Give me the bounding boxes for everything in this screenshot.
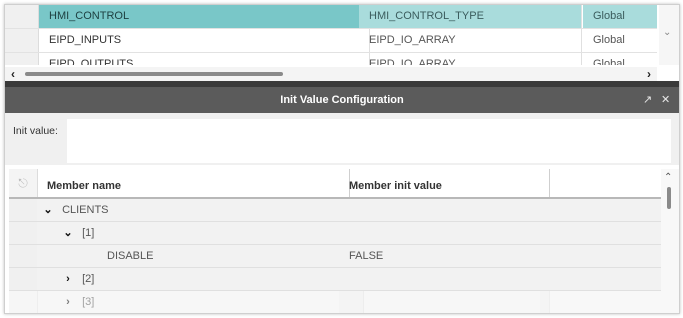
member-name: [3] xyxy=(82,296,95,308)
member-name-cell[interactable]: › [2] xyxy=(37,268,364,290)
member-init-value[interactable] xyxy=(339,199,550,221)
chevron-down-icon[interactable]: ⌄ xyxy=(61,222,75,244)
scrollbar-thumb[interactable] xyxy=(25,72,283,76)
tree-row[interactable]: › [3] xyxy=(9,291,661,313)
row-gutter xyxy=(5,5,39,28)
close-icon[interactable]: ✕ xyxy=(661,87,670,113)
row-gutter xyxy=(9,245,38,267)
row-gutter xyxy=(5,53,39,65)
empty-cell xyxy=(540,199,661,221)
chevron-right-icon[interactable]: › xyxy=(61,291,75,313)
row-gutter xyxy=(9,199,38,221)
row-gutter xyxy=(9,268,38,290)
panel-title-bar: Init Value Configuration ↗ ✕ xyxy=(5,87,679,113)
chevron-left-icon[interactable]: ‹ xyxy=(11,67,15,81)
table-row[interactable]: HMI_CONTROL HMI_CONTROL_TYPE Global xyxy=(5,5,657,29)
vertical-scrollbar[interactable]: ⌃ xyxy=(661,169,679,313)
member-grid: ⎋ Member name Member init value ⌄ CLIENT… xyxy=(9,169,661,313)
variable-name[interactable]: EIPD_OUTPUTS xyxy=(39,53,370,65)
empty-cell xyxy=(540,291,661,313)
chevron-right-icon[interactable]: › xyxy=(61,268,75,290)
member-name: CLIENTS xyxy=(62,204,109,216)
member-name-cell[interactable]: › [3] xyxy=(37,291,364,313)
member-init-value[interactable] xyxy=(339,222,550,244)
init-value-field[interactable] xyxy=(67,119,671,163)
member-init-value[interactable] xyxy=(339,268,550,290)
tree-row[interactable]: ⌄ CLIENTS xyxy=(9,199,661,222)
tree-row[interactable]: › [2] xyxy=(9,268,661,291)
chevron-up-icon[interactable]: ⌃ xyxy=(664,172,672,183)
variable-name[interactable]: HMI_CONTROL xyxy=(39,5,370,28)
chevron-down-icon[interactable]: ⌄ xyxy=(663,27,671,38)
init-value-label: Init value: xyxy=(13,125,58,137)
variables-table: HMI_CONTROL HMI_CONTROL_TYPE Global EIPD… xyxy=(5,5,657,65)
chevron-right-icon[interactable]: › xyxy=(647,67,651,81)
row-gutter xyxy=(5,29,39,52)
member-name-cell[interactable]: ⌄ [1] xyxy=(37,222,364,244)
panel-title: Init Value Configuration xyxy=(280,94,404,106)
member-init-value[interactable]: FALSE xyxy=(339,245,550,267)
empty-cell xyxy=(540,245,661,267)
table-row[interactable]: EIPD_INPUTS EIPD_IO_ARRAY Global xyxy=(5,29,657,53)
filter-icon[interactable]: ⎋ xyxy=(9,169,38,197)
scrollbar-thumb[interactable] xyxy=(667,187,671,209)
init-value-section: Init value: xyxy=(5,113,679,165)
member-name: DISABLE xyxy=(107,250,154,262)
vertical-scrollbar[interactable]: ⌄ xyxy=(659,5,679,65)
empty-cell xyxy=(540,222,661,244)
variable-scope[interactable]: Global xyxy=(583,5,657,28)
variable-type[interactable]: EIPD_IO_ARRAY xyxy=(359,29,582,52)
variable-scope[interactable]: Global xyxy=(583,29,657,52)
grid-header: ⎋ Member name Member init value xyxy=(9,169,661,199)
column-header-member-init-value[interactable]: Member init value xyxy=(339,169,550,197)
app-window: HMI_CONTROL HMI_CONTROL_TYPE Global EIPD… xyxy=(4,4,680,314)
member-init-value[interactable] xyxy=(339,291,550,313)
row-gutter xyxy=(9,222,38,244)
table-row[interactable]: EIPD_OUTPUTS EIPD_IO_ARRAY Global xyxy=(5,53,657,65)
empty-cell xyxy=(540,268,661,290)
tree-row[interactable]: DISABLE FALSE xyxy=(9,245,661,268)
variable-type[interactable]: EIPD_IO_ARRAY xyxy=(359,53,582,65)
init-value-panel: Init Value Configuration ↗ ✕ Init value:… xyxy=(5,87,679,313)
horizontal-scrollbar[interactable]: ‹ › xyxy=(5,67,657,81)
variable-scope[interactable]: Global xyxy=(583,53,657,65)
variable-name[interactable]: EIPD_INPUTS xyxy=(39,29,370,52)
member-name-cell[interactable]: ⌄ CLIENTS xyxy=(37,199,344,221)
tree-row[interactable]: ⌄ [1] xyxy=(9,222,661,245)
chevron-down-icon[interactable]: ⌄ xyxy=(41,199,55,221)
variable-type[interactable]: HMI_CONTROL_TYPE xyxy=(359,5,582,28)
member-name: [2] xyxy=(82,273,95,285)
row-gutter xyxy=(9,291,38,313)
member-name: [1] xyxy=(82,227,95,239)
popout-icon[interactable]: ↗ xyxy=(643,87,652,113)
column-header-member-name[interactable]: Member name xyxy=(37,169,350,197)
